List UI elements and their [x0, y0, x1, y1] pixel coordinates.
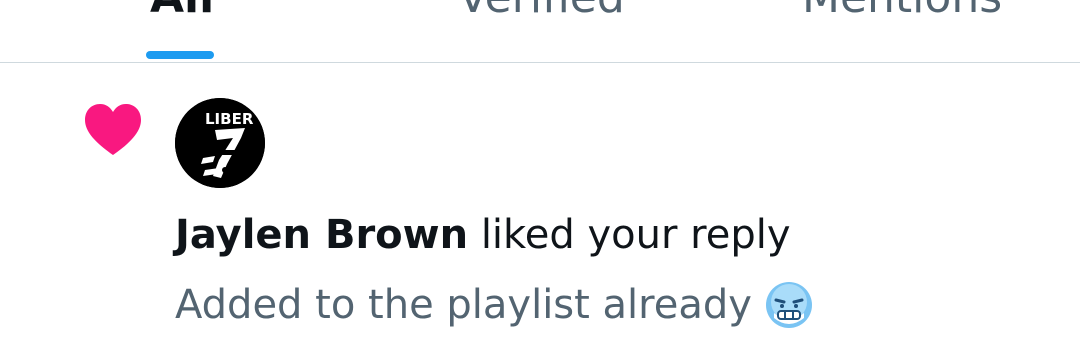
avatar-image: LIBER — [175, 98, 265, 188]
tab-verified[interactable]: Verified — [458, 0, 625, 20]
cold-face-emoji-icon — [765, 282, 812, 328]
action-text: liked your reply — [480, 212, 791, 258]
tab-all[interactable]: All — [150, 0, 214, 20]
heart-icon — [85, 104, 141, 155]
notification-headline: Jaylen Brown liked your reply — [175, 210, 791, 260]
reply-snippet: Added to the playlist already — [175, 280, 814, 330]
like-notification[interactable]: LIBER Jaylen Brown liked your reply Adde… — [0, 63, 1080, 360]
avatar[interactable]: LIBER — [175, 98, 265, 188]
tab-mentions[interactable]: Mentions — [802, 0, 1002, 20]
snippet-text: Added to the playlist already — [175, 282, 752, 328]
actor-name[interactable]: Jaylen Brown — [175, 212, 468, 258]
active-tab-indicator — [146, 51, 214, 59]
notification-tabs: All Verified Mentions — [0, 0, 1080, 63]
avatar-lettering: LIBER — [205, 110, 254, 128]
